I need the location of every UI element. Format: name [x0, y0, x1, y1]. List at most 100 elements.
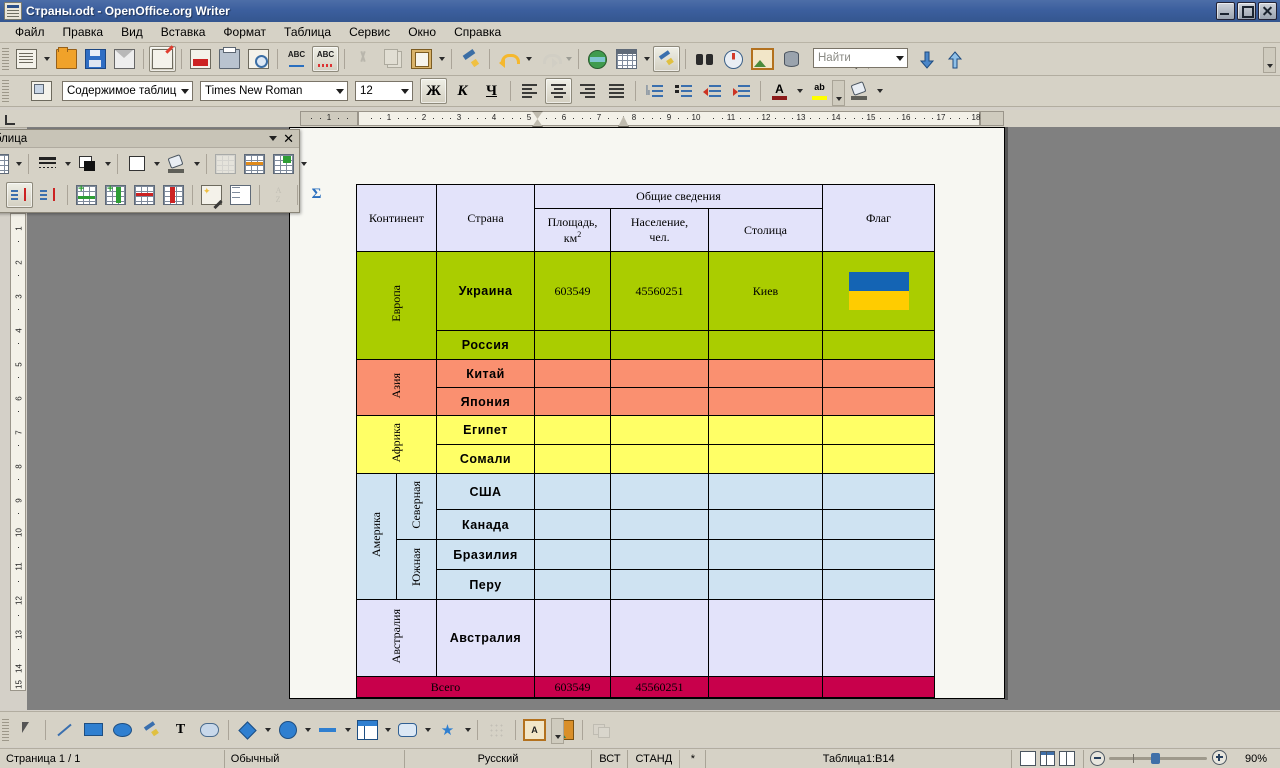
cell-subregion-south[interactable]: Южная: [396, 539, 437, 600]
center-vertical-button[interactable]: [6, 181, 33, 208]
cell-country-egypt[interactable]: Египет: [436, 415, 535, 445]
find-next-button[interactable]: [913, 47, 940, 73]
print-button[interactable]: [216, 46, 243, 72]
open-button[interactable]: [53, 46, 80, 72]
cell-population-canada[interactable]: [610, 509, 709, 540]
menu-item-file[interactable]: Файл: [6, 23, 54, 41]
cell-continent-africa[interactable]: Африка: [356, 415, 437, 474]
find-previous-button[interactable]: [941, 47, 968, 73]
status-table-cell[interactable]: Таблица1:B14: [706, 749, 1013, 768]
cell-flag-peru[interactable]: [822, 569, 935, 600]
symbol-shapes-dropdown[interactable]: [302, 718, 313, 742]
justify-button[interactable]: [603, 78, 630, 104]
menu-item-insert[interactable]: Вставка: [152, 23, 215, 41]
cut-button[interactable]: [350, 46, 377, 72]
save-button[interactable]: [82, 46, 109, 72]
zoom-knob[interactable]: [1151, 753, 1161, 764]
callout-shapes-button[interactable]: [394, 717, 421, 743]
status-page-style[interactable]: Обычный: [225, 749, 405, 768]
select-button[interactable]: [13, 717, 40, 743]
bullets-button[interactable]: [670, 78, 697, 104]
status-zoom-level[interactable]: 90%: [1232, 750, 1280, 768]
send-email-button[interactable]: [111, 46, 138, 72]
menu-item-edit[interactable]: Правка: [54, 23, 113, 41]
cell-flag-china[interactable]: [822, 359, 935, 388]
horizontal-ruler[interactable]: 1 1 2 3 4 5 6 7 8 9 10 11 12 13 14 15 16…: [0, 110, 1280, 128]
page-preview-button[interactable]: [245, 46, 272, 72]
find-dropdown-icon[interactable]: [892, 49, 907, 67]
block-arrows-dropdown[interactable]: [342, 718, 353, 742]
border-style-dropdown[interactable]: [62, 152, 73, 176]
cell-flag-ukraine[interactable]: [822, 251, 935, 331]
header-capital[interactable]: Столица: [708, 208, 823, 252]
background-color-dropdown[interactable]: [874, 79, 885, 103]
new-document-button[interactable]: [13, 46, 40, 72]
navigator-button[interactable]: [720, 46, 747, 72]
cell-area-russia[interactable]: [534, 330, 611, 360]
find-input[interactable]: Найти: [813, 48, 908, 68]
undo-button[interactable]: [495, 46, 522, 72]
toolbar-grip[interactable]: [2, 48, 9, 70]
cell-total-label[interactable]: Всего: [356, 676, 535, 698]
redo-button[interactable]: [535, 46, 562, 72]
block-arrows-button[interactable]: [314, 717, 341, 743]
menu-item-view[interactable]: Вид: [112, 23, 152, 41]
cell-continent-australia[interactable]: Австралия: [356, 599, 437, 677]
cell-capital-somalia[interactable]: [708, 444, 823, 474]
border-button[interactable]: [0, 151, 12, 177]
find-replace-button[interactable]: [691, 46, 718, 72]
background-white-dropdown[interactable]: [151, 152, 162, 176]
cell-subregion-north[interactable]: Северная: [396, 473, 437, 540]
delete-column-button[interactable]: [160, 182, 187, 208]
close-button[interactable]: [1258, 2, 1277, 20]
export-pdf-button[interactable]: [187, 46, 214, 72]
border-style-button[interactable]: [34, 151, 61, 177]
cell-population-somalia[interactable]: [610, 444, 709, 474]
align-bottom-button[interactable]: [35, 182, 62, 208]
symbol-shapes-button[interactable]: [274, 717, 301, 743]
sum-button[interactable]: Σ: [303, 182, 330, 208]
countries-table[interactable]: Континент Страна Общие сведения Флаг Пло…: [356, 184, 935, 698]
split-cells-button[interactable]: [241, 151, 268, 177]
cell-country-usa[interactable]: США: [436, 473, 535, 510]
align-right-button[interactable]: [574, 78, 601, 104]
highlighting-button[interactable]: ab: [806, 78, 833, 104]
menu-item-tools[interactable]: Сервис: [340, 23, 399, 41]
header-continent[interactable]: Континент: [356, 184, 437, 252]
cell-population-peru[interactable]: [610, 569, 709, 600]
chevron-down-icon[interactable]: [332, 82, 347, 100]
cell-continent-europe[interactable]: Европа: [356, 251, 437, 360]
cell-country-china[interactable]: Китай: [436, 359, 535, 388]
cell-area-brazil[interactable]: [534, 539, 611, 570]
table-toolbar-floating[interactable]: блица ✕: [0, 129, 321, 213]
chevron-down-icon[interactable]: [397, 82, 412, 100]
fontwork-button[interactable]: A: [521, 717, 548, 743]
data-sources-button[interactable]: [778, 46, 805, 72]
header-flag[interactable]: Флаг: [822, 184, 935, 252]
status-language[interactable]: Русский: [405, 749, 593, 768]
chevron-down-icon[interactable]: [269, 136, 277, 141]
underline-button[interactable]: Ч: [478, 78, 505, 104]
cell-country-russia[interactable]: Россия: [436, 330, 535, 360]
border-color-dropdown[interactable]: [102, 152, 113, 176]
bold-button[interactable]: Ж: [420, 78, 447, 104]
menu-item-table[interactable]: Таблица: [275, 23, 340, 41]
cell-total-capital[interactable]: [708, 676, 823, 698]
cell-capital-ukraine[interactable]: Киев: [708, 251, 823, 331]
cell-capital-japan[interactable]: [708, 387, 823, 416]
drawing-toolbar-overflow[interactable]: [551, 718, 564, 744]
cell-population-japan[interactable]: [610, 387, 709, 416]
cell-flag-egypt[interactable]: [822, 415, 935, 445]
font-name-combo[interactable]: Times New Roman: [200, 81, 348, 101]
undo-dropdown[interactable]: [523, 47, 534, 71]
menu-item-window[interactable]: Окно: [399, 23, 445, 41]
align-top-button[interactable]: [0, 182, 4, 208]
increase-indent-button[interactable]: [728, 78, 755, 104]
cell-country-peru[interactable]: Перу: [436, 569, 535, 600]
cell-area-china[interactable]: [534, 359, 611, 388]
formatting-toolbar-overflow[interactable]: [832, 80, 845, 106]
cell-area-ukraine[interactable]: 603549: [534, 251, 611, 331]
toolbar-grip[interactable]: [2, 80, 9, 102]
copy-button[interactable]: [379, 46, 406, 72]
callouts-button[interactable]: [196, 717, 223, 743]
